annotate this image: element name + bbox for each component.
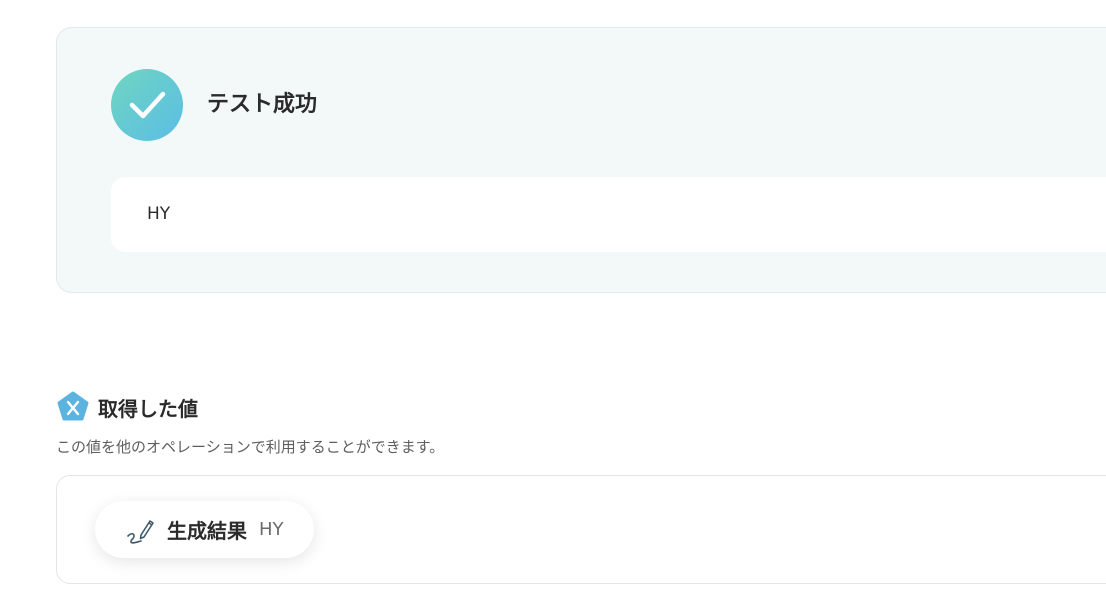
check-icon xyxy=(111,69,183,141)
test-success-title: テスト成功 xyxy=(207,92,318,117)
value-chip-generation-result[interactable]: 生成結果 HY xyxy=(95,501,314,558)
test-output-box: HY xyxy=(111,177,1106,252)
page: テスト成功 HY 取得した値 この値を他のオペレーションで利用することができます… xyxy=(0,0,1106,612)
value-chip-label: 生成結果 xyxy=(167,519,247,543)
acquired-values-description: この値を他のオペレーションで利用することができます。 xyxy=(56,438,445,456)
acquired-values-panel: 生成結果 HY xyxy=(56,475,1106,584)
variable-x-icon xyxy=(57,391,89,421)
pen-signature-icon xyxy=(127,519,154,544)
value-chip-value: HY xyxy=(259,519,284,540)
acquired-values-title: 取得した値 xyxy=(98,396,198,421)
test-output-text: HY xyxy=(147,204,171,224)
test-success-panel: テスト成功 HY xyxy=(56,27,1106,293)
acquired-values-header: 取得した値 xyxy=(56,390,198,424)
